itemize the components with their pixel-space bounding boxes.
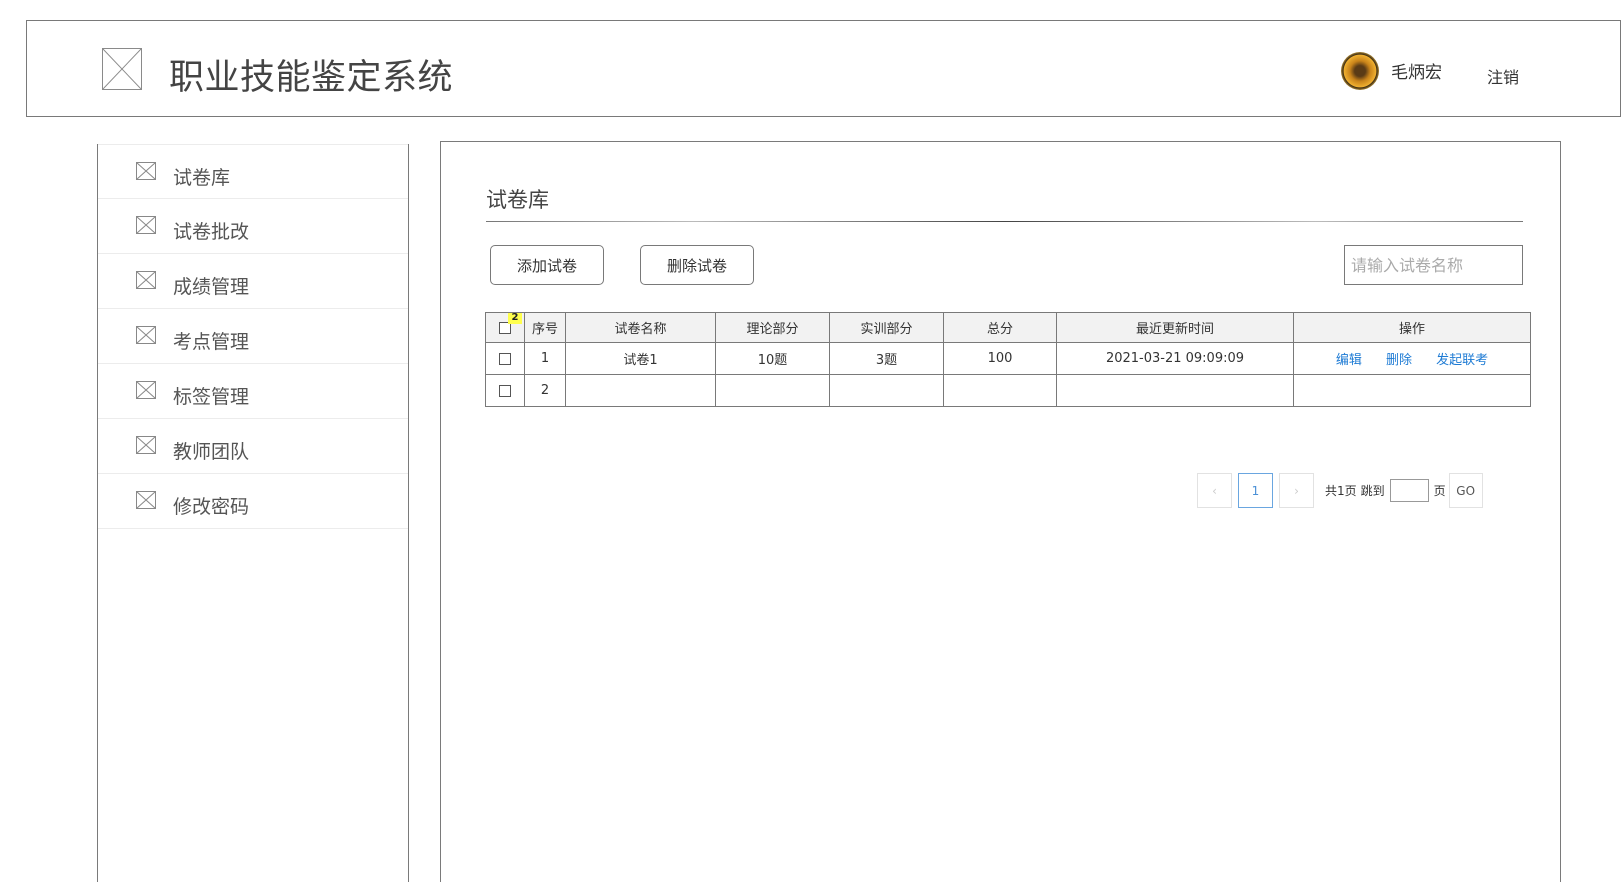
delete-link[interactable]: 删除 (1386, 353, 1412, 368)
cell-updated (1056, 374, 1294, 407)
sidebar-item-label: 修改密码 (173, 496, 250, 518)
paper-table: 2 序号 试卷名称 理论部分 实训部分 总分 最近更新时间 操作 1 试卷1 1… (485, 312, 1531, 407)
jump-page-input[interactable] (1389, 479, 1429, 502)
avatar[interactable] (1341, 52, 1379, 90)
edit-link[interactable]: 编辑 (1336, 353, 1362, 368)
sidebar-item-tag-management[interactable]: 标签管理 (98, 364, 408, 419)
image-placeholder-icon (136, 436, 156, 454)
cell-name: 试卷1 (565, 342, 716, 375)
prev-page-button[interactable]: ‹ (1197, 473, 1232, 508)
sidebar-item-label: 试卷批改 (173, 221, 250, 243)
row-checkbox[interactable] (499, 352, 511, 365)
cell-ops (1293, 374, 1531, 407)
column-header-practice: 实训部分 (829, 312, 944, 343)
table-row: 2 (485, 374, 1531, 407)
cell-updated: 2021-03-21 09:09:09 (1056, 342, 1294, 375)
main-panel: 试卷库 添加试卷 删除试卷 2 序号 试卷名称 (440, 141, 1561, 882)
selection-count-badge: 2 (508, 313, 522, 324)
image-placeholder-icon (136, 326, 156, 344)
total-pages-text: 共1页 (1325, 484, 1357, 498)
sidebar: 试卷库 试卷批改 成绩管理 考点管理 标签管理 教师团队 修改密码 (97, 144, 409, 882)
sidebar-item-paper-grading[interactable]: 试卷批改 (98, 199, 408, 254)
image-placeholder-icon (136, 216, 156, 234)
delete-paper-button[interactable]: 删除试卷 (640, 245, 754, 285)
row-select-cell (485, 342, 525, 375)
cell-ops: 编辑 删除 发起联考 (1293, 342, 1531, 375)
top-header: 职业技能鉴定系统 毛炳宏 注销 (26, 20, 1621, 117)
page-title: 试卷库 (486, 188, 549, 212)
page-unit-label: 页 (1433, 484, 1446, 498)
username: 毛炳宏 (1391, 63, 1442, 83)
table-header-row: 2 序号 试卷名称 理论部分 实训部分 总分 最近更新时间 操作 (485, 312, 1531, 343)
sidebar-item-score-management[interactable]: 成绩管理 (98, 254, 408, 309)
sidebar-item-label: 考点管理 (173, 331, 250, 353)
cell-total: 100 (943, 342, 1057, 375)
image-placeholder-icon (136, 381, 156, 399)
cell-practice: 3题 (829, 342, 944, 375)
column-header-ops: 操作 (1293, 312, 1531, 343)
title-divider (486, 221, 1523, 222)
sidebar-item-label: 成绩管理 (173, 276, 250, 298)
cell-name (565, 374, 716, 407)
next-page-button[interactable]: › (1279, 473, 1314, 508)
column-header-updated: 最近更新时间 (1056, 312, 1294, 343)
cell-index: 2 (524, 374, 566, 407)
pagination: ‹ 1 › 共1页 跳到 页 GO (1197, 473, 1483, 508)
cell-theory (715, 374, 830, 407)
search-input[interactable] (1344, 245, 1523, 285)
row-checkbox[interactable] (499, 384, 511, 397)
cell-index: 1 (524, 342, 566, 375)
column-header-name: 试卷名称 (565, 312, 716, 343)
image-placeholder-icon (102, 48, 142, 90)
add-paper-button[interactable]: 添加试卷 (490, 245, 604, 285)
page-1-button[interactable]: 1 (1238, 473, 1273, 508)
column-header-theory: 理论部分 (715, 312, 830, 343)
sidebar-item-change-password[interactable]: 修改密码 (98, 474, 408, 529)
app-title: 职业技能鉴定系统 (169, 58, 454, 98)
sidebar-item-exam-site-management[interactable]: 考点管理 (98, 309, 408, 364)
sidebar-item-label: 试卷库 (173, 167, 231, 189)
image-placeholder-icon (136, 491, 156, 509)
logout-link[interactable]: 注销 (1487, 64, 1519, 88)
column-header-total: 总分 (943, 312, 1057, 343)
jump-to-label: 跳到 (1360, 484, 1385, 498)
sidebar-item-paper-library[interactable]: 试卷库 (98, 144, 408, 199)
row-select-cell (485, 374, 525, 407)
image-placeholder-icon (136, 162, 156, 180)
sidebar-item-teacher-team[interactable]: 教师团队 (98, 419, 408, 474)
cell-total (943, 374, 1057, 407)
select-all-cell: 2 (485, 312, 525, 343)
column-header-index: 序号 (524, 312, 566, 343)
cell-practice (829, 374, 944, 407)
sidebar-item-label: 教师团队 (173, 441, 250, 463)
launch-joint-exam-link[interactable]: 发起联考 (1436, 353, 1488, 368)
cell-theory: 10题 (715, 342, 830, 375)
image-placeholder-icon (136, 271, 156, 289)
table-row: 1 试卷1 10题 3题 100 2021-03-21 09:09:09 编辑 … (485, 342, 1531, 375)
sidebar-item-label: 标签管理 (173, 386, 250, 408)
go-button[interactable]: GO (1448, 473, 1483, 508)
